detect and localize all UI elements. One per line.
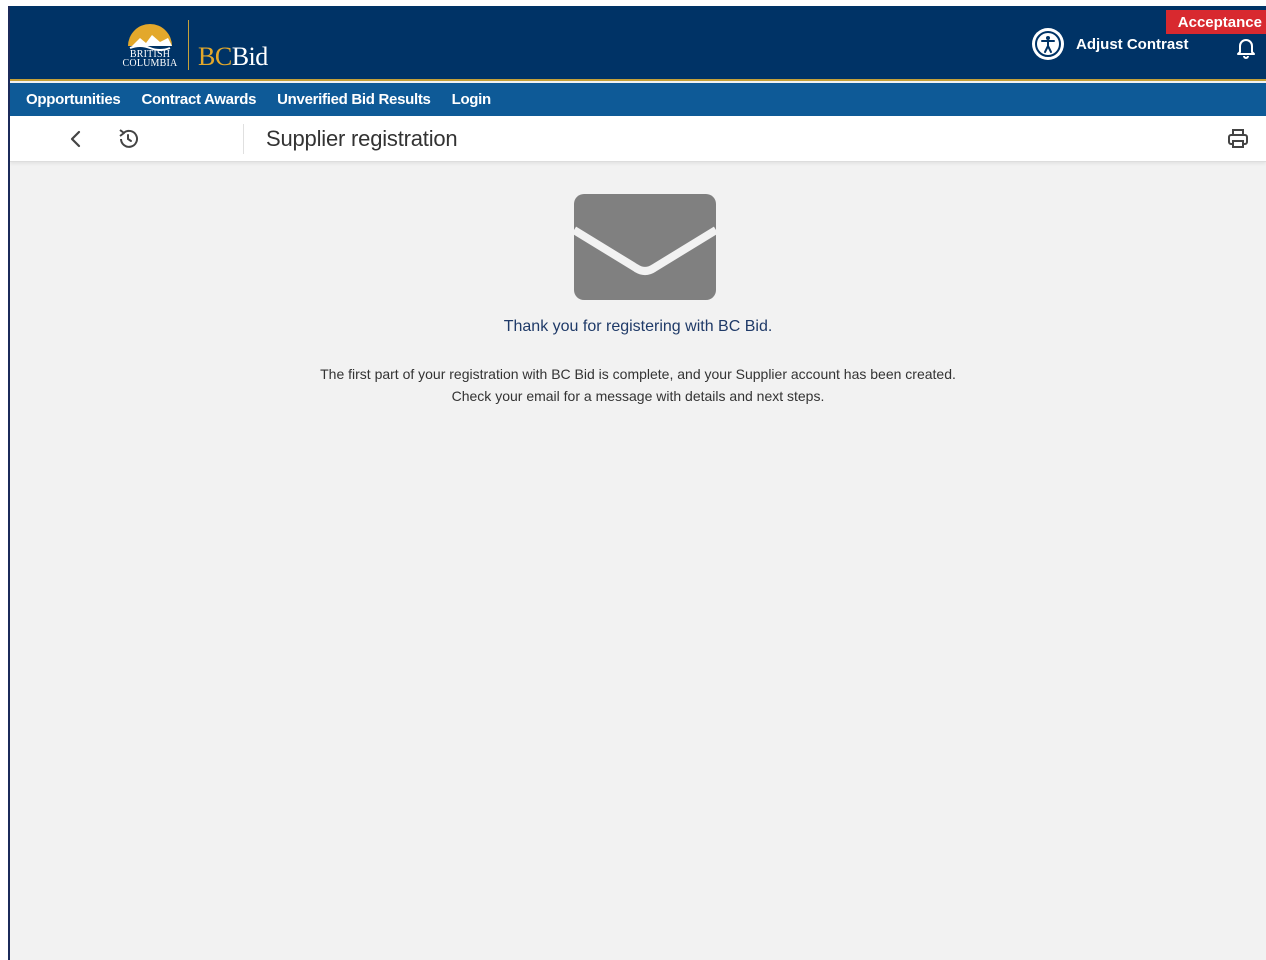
confirmation-line-2: Check your email for a message with deta… [451, 388, 825, 404]
app-window: BRITISH COLUMBIA BCBid Adjust Contrast A… [8, 6, 1266, 960]
wordmark-bid: Bid [231, 42, 269, 71]
page-title-bar: Supplier registration [10, 116, 1266, 162]
confirmation-heading: Thank you for registering with BC Bid. [503, 318, 773, 335]
logo-line-columbia: COLUMBIA [122, 58, 178, 69]
wordmark-bc: BC [198, 42, 232, 71]
nav-opportunities[interactable]: Opportunities [26, 91, 121, 108]
logo-divider [188, 20, 189, 70]
main-nav: Opportunities Contract Awards Unverified… [10, 83, 1266, 116]
bcbid-wordmark: BCBid [198, 42, 268, 72]
page-title: Supplier registration [266, 126, 458, 151]
site-header: BRITISH COLUMBIA BCBid Adjust Contrast A… [10, 6, 1266, 81]
bcbid-logo[interactable]: BRITISH COLUMBIA BCBid [118, 16, 288, 72]
page-frame: BRITISH COLUMBIA BCBid Adjust Contrast A… [0, 0, 1266, 960]
bell-icon[interactable] [1234, 35, 1258, 59]
history-icon[interactable] [116, 127, 140, 151]
environment-badge: Acceptance [1165, 10, 1266, 34]
title-divider [243, 124, 244, 154]
confirmation-message: The first part of your registration with… [10, 363, 1266, 407]
printer-icon[interactable] [1226, 127, 1250, 151]
confirmation-line-1: The first part of your registration with… [320, 366, 956, 382]
envelope-icon [574, 194, 716, 300]
nav-unverified-bid-results[interactable]: Unverified Bid Results [277, 91, 431, 108]
accessibility-icon [1032, 28, 1064, 60]
chevron-left-icon[interactable] [64, 127, 88, 151]
nav-contract-awards[interactable]: Contract Awards [141, 91, 256, 108]
nav-login[interactable]: Login [452, 91, 492, 108]
logo-text: BRITISH COLUMBIA [118, 50, 182, 69]
adjust-contrast-label: Adjust Contrast [1076, 35, 1189, 53]
